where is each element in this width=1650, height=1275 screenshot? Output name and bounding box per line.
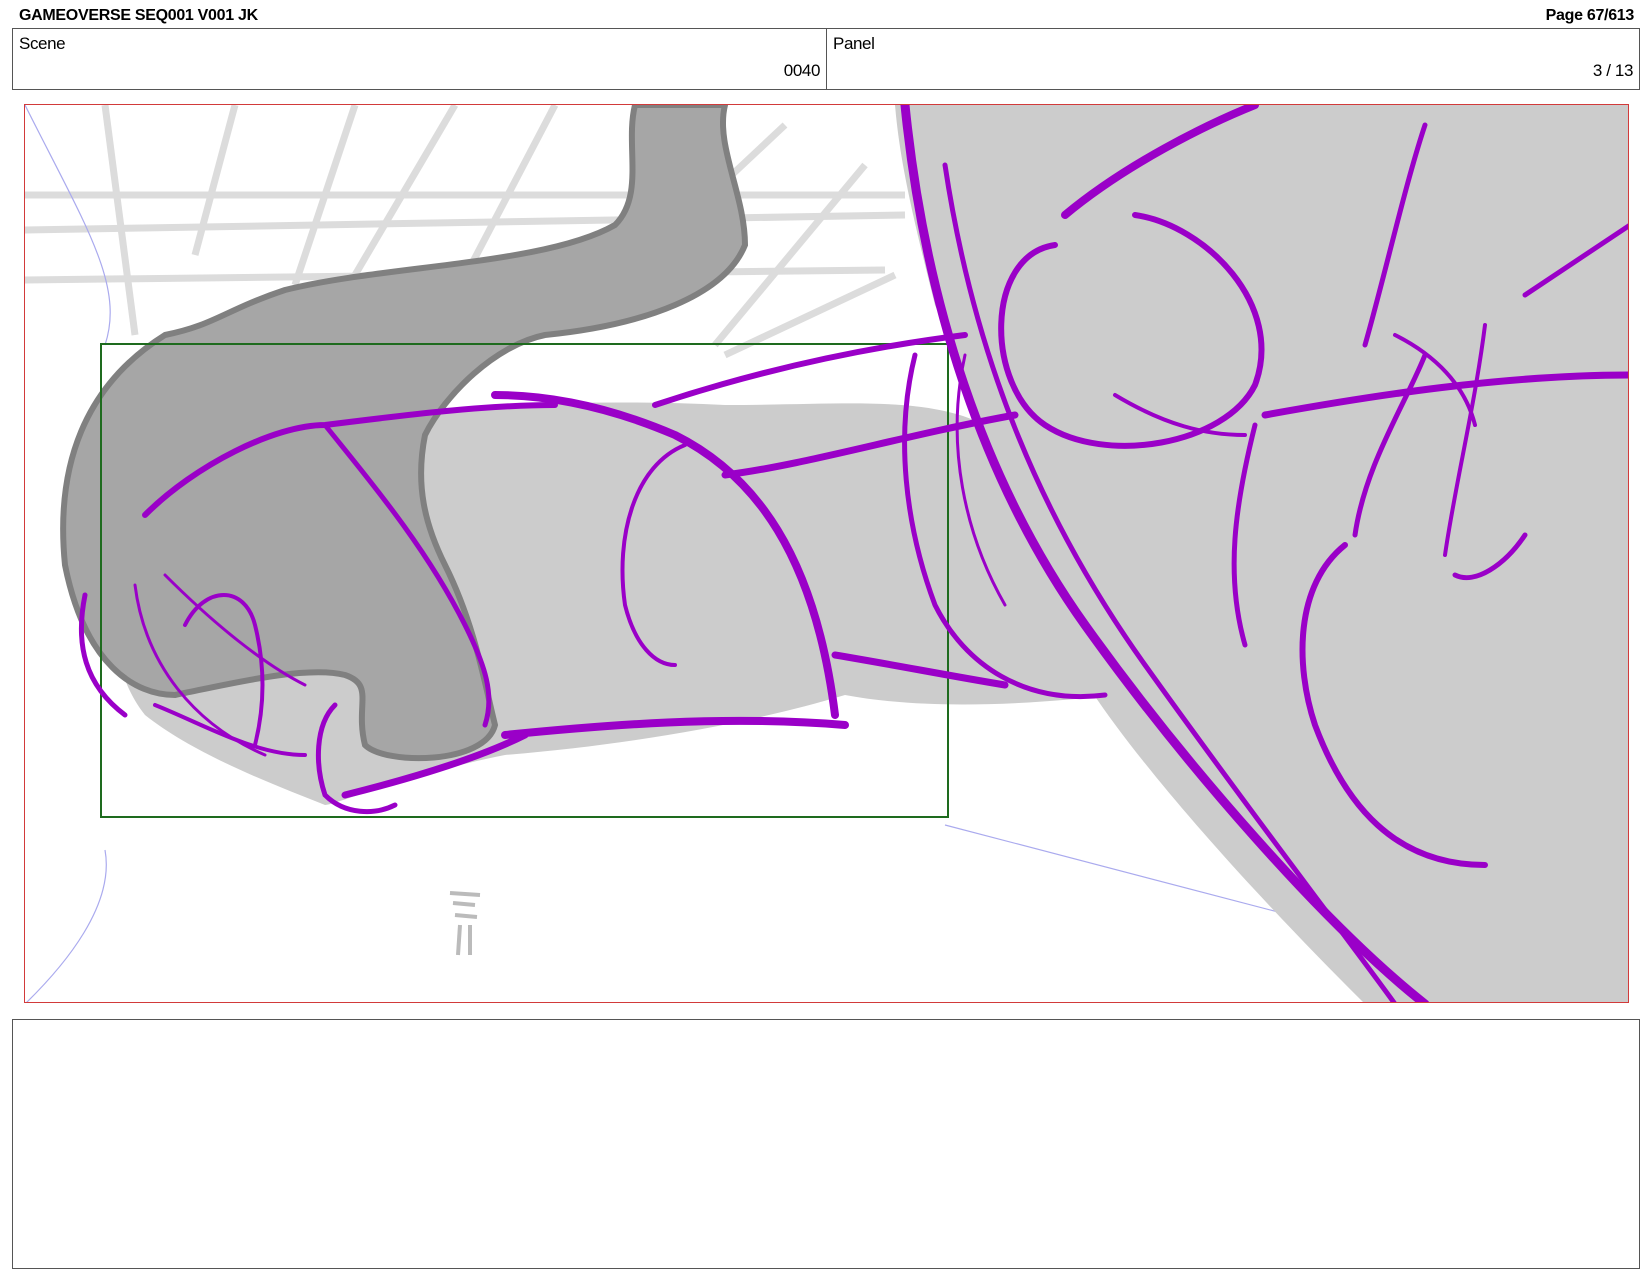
- notes-box: [12, 1019, 1640, 1269]
- panel-info-bar: Scene 0040 Panel 3 / 13: [12, 28, 1640, 90]
- storyboard-frame: [24, 104, 1629, 1003]
- panel-cell: Panel 3 / 13: [827, 29, 1639, 89]
- scene-value: 0040: [783, 61, 821, 80]
- panel-label: Panel: [833, 34, 875, 53]
- document-title: GAMEOVERSE SEQ001 V001 JK: [19, 7, 258, 24]
- storyboard-sketch: [25, 105, 1628, 1002]
- scene-cell: Scene 0040: [13, 29, 827, 89]
- page-number: Page 67/613: [1545, 7, 1635, 24]
- ground-scribble: [449, 891, 481, 956]
- scene-label: Scene: [19, 34, 66, 53]
- panel-value: 3 / 13: [1592, 61, 1634, 80]
